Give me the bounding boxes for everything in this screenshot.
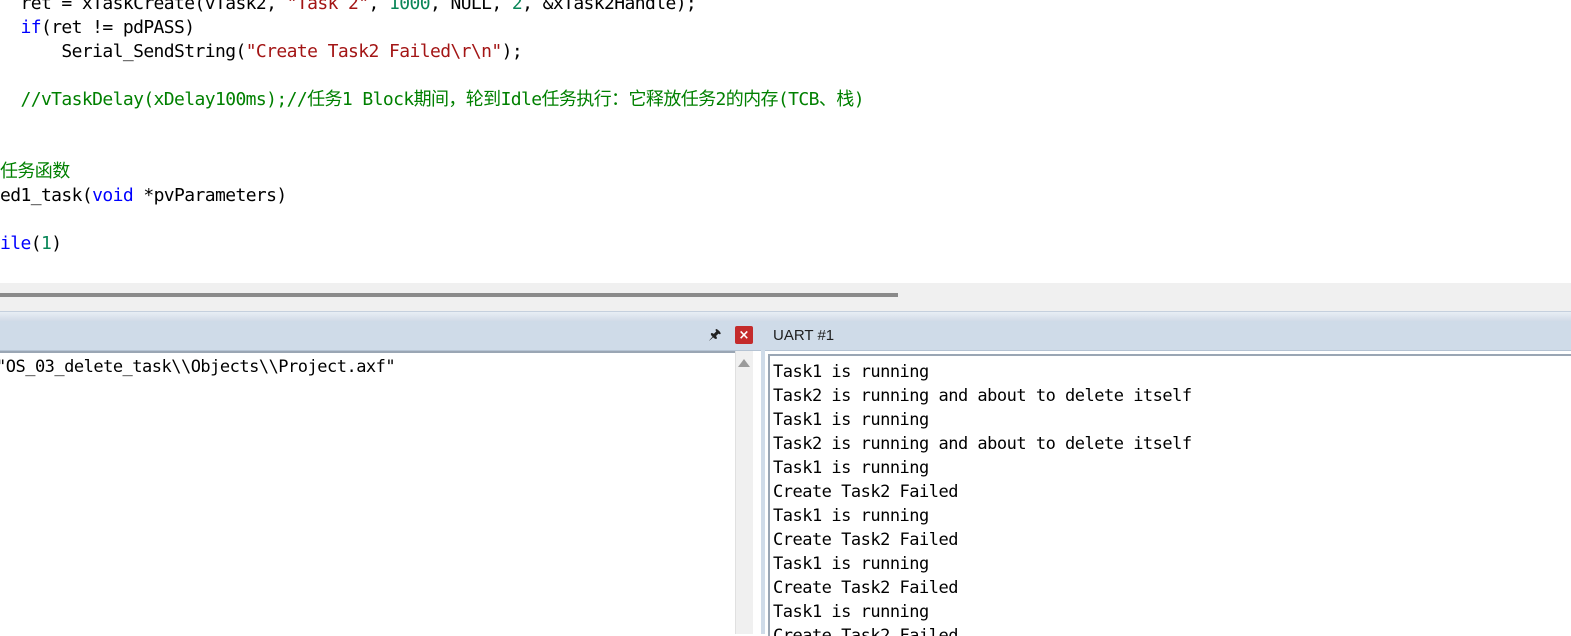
editor-horizontal-scrollbar[interactable] (0, 283, 1571, 311)
uart-line: Task1 is running (773, 506, 929, 526)
code-token-plain: (ret != pdPASS) (40, 17, 195, 38)
code-token-plain: ( (30, 233, 42, 254)
code-line: Serial_SendString("Create Task2 Failed\r… (0, 40, 522, 64)
code-token-kw: if (0, 17, 41, 38)
code-line: 任务函数 (0, 160, 70, 184)
code-token-plain: , &xTask2Handle); (522, 0, 697, 14)
code-token-plain: , NULL, (429, 0, 512, 14)
code-line: if(ret != pdPASS) (0, 16, 195, 40)
uart-line: Task2 is running and about to delete its… (773, 434, 1192, 454)
build-output-pane[interactable]: "OS_03_delete_task\\Objects\\Project.axf… (0, 351, 735, 636)
uart-output-pane[interactable]: Task1 is running Task2 is running and abo… (768, 354, 1571, 636)
build-output-line: "OS_03_delete_task\\Objects\\Project.axf… (0, 357, 396, 377)
code-token-kw: void (92, 185, 134, 206)
pin-icon[interactable]: 🖈 (706, 327, 724, 345)
uart-line: Task1 is running (773, 458, 929, 478)
uart-line: Create Task2 Failed (773, 578, 958, 598)
code-token-cmt: 任务函数 (0, 161, 70, 182)
uart-line: Task2 is running and about to delete its… (773, 386, 1192, 406)
code-token-plain: ed1_task( (0, 185, 93, 206)
scroll-up-icon[interactable] (738, 359, 750, 367)
code-token-plain: Serial_SendString( (0, 41, 246, 62)
build-output-header: 🖈 × (0, 321, 761, 351)
code-token-str: "Create Task2 Failed\r\n" (245, 41, 503, 62)
code-token-plain: ret = xTaskCreate(vTask2, (0, 0, 287, 14)
code-token-plain: *pvParameters) (133, 185, 287, 206)
code-line: ile(1) (0, 232, 62, 256)
code-editor[interactable]: ret = xTaskCreate(vTask2, "Task 2", 1000… (0, 0, 1571, 283)
code-token-num: 1 (40, 233, 52, 254)
code-line: ret = xTaskCreate(vTask2, "Task 2", 1000… (0, 0, 696, 16)
code-token-num: 1000 (389, 0, 431, 14)
code-token-kw: ile (0, 233, 31, 254)
uart-line: Task1 is running (773, 362, 929, 382)
uart-line: Task1 is running (773, 602, 929, 622)
uart-window-title: UART #1 (773, 327, 835, 344)
uart-line: Create Task2 Failed (773, 482, 958, 502)
code-token-num: 2 (511, 0, 523, 14)
uart-line: Task1 is running (773, 554, 929, 574)
code-token-str: "Task 2" (286, 0, 370, 14)
close-icon[interactable]: × (735, 326, 753, 344)
panel-divider[interactable] (761, 321, 765, 634)
uart-line: Create Task2 Failed (773, 626, 958, 636)
code-line: ed1_task(void *pvParameters) (0, 184, 287, 208)
code-line: //vTaskDelay(xDelay100ms);//任务1 Block期间，… (0, 88, 864, 112)
code-token-plain: ); (501, 41, 523, 62)
uart-line: Task1 is running (773, 410, 929, 430)
code-token-plain: , (368, 0, 390, 14)
code-token-cmt: //vTaskDelay(xDelay100ms);//任务1 Block期间，… (0, 89, 864, 110)
uart-line: Create Task2 Failed (773, 530, 958, 550)
editor-scrollbar-thumb[interactable] (0, 293, 898, 297)
code-token-plain: ) (51, 233, 62, 254)
build-output-vertical-scrollbar[interactable] (735, 351, 753, 634)
uart-window-header: UART #1 (765, 321, 1571, 351)
